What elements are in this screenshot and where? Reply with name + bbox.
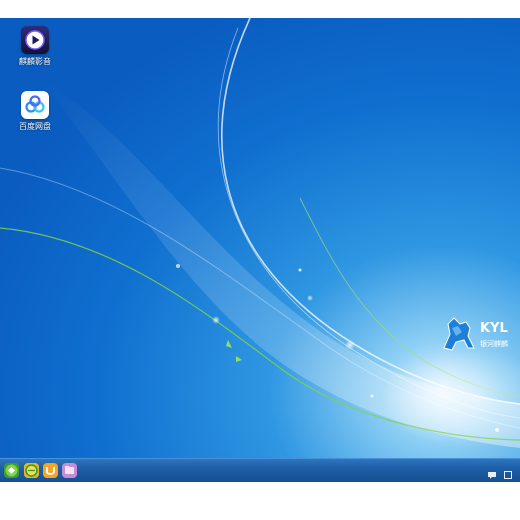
chat-icon [488,472,496,479]
software-store-icon [46,467,55,475]
show-desktop-icon [504,471,512,479]
start-menu-button[interactable] [4,463,19,478]
browser-button[interactable] [24,463,39,478]
file-manager-icon [65,466,74,474]
taskbar [0,458,520,482]
desktop-screen: KYL 银河麒麟 麒麟影音 百度网盘 [0,18,520,482]
desktop-icon-video-player[interactable]: 麒麟影音 [11,26,59,67]
desktop-icon-label: 麒麟影音 [19,57,51,66]
desktop-icon-label: 百度网盘 [19,122,51,131]
cloud-drive-icon [21,91,49,119]
desktop-wallpaper [0,18,520,458]
kylin-logo: KYL 银河麒麟 [443,317,508,351]
desktop-icon-cloud-drive[interactable]: 百度网盘 [11,91,59,132]
video-player-icon [21,26,49,54]
brand-subtext: 银河麒麟 [480,339,508,348]
software-store-button[interactable] [43,463,58,478]
tray-chat-button[interactable] [487,465,497,479]
brand-text: KYL [480,321,508,336]
browser-icon [25,464,38,477]
tray-show-desktop-button[interactable] [503,465,513,479]
start-menu-icon [5,464,18,477]
file-manager-button[interactable] [62,463,77,478]
